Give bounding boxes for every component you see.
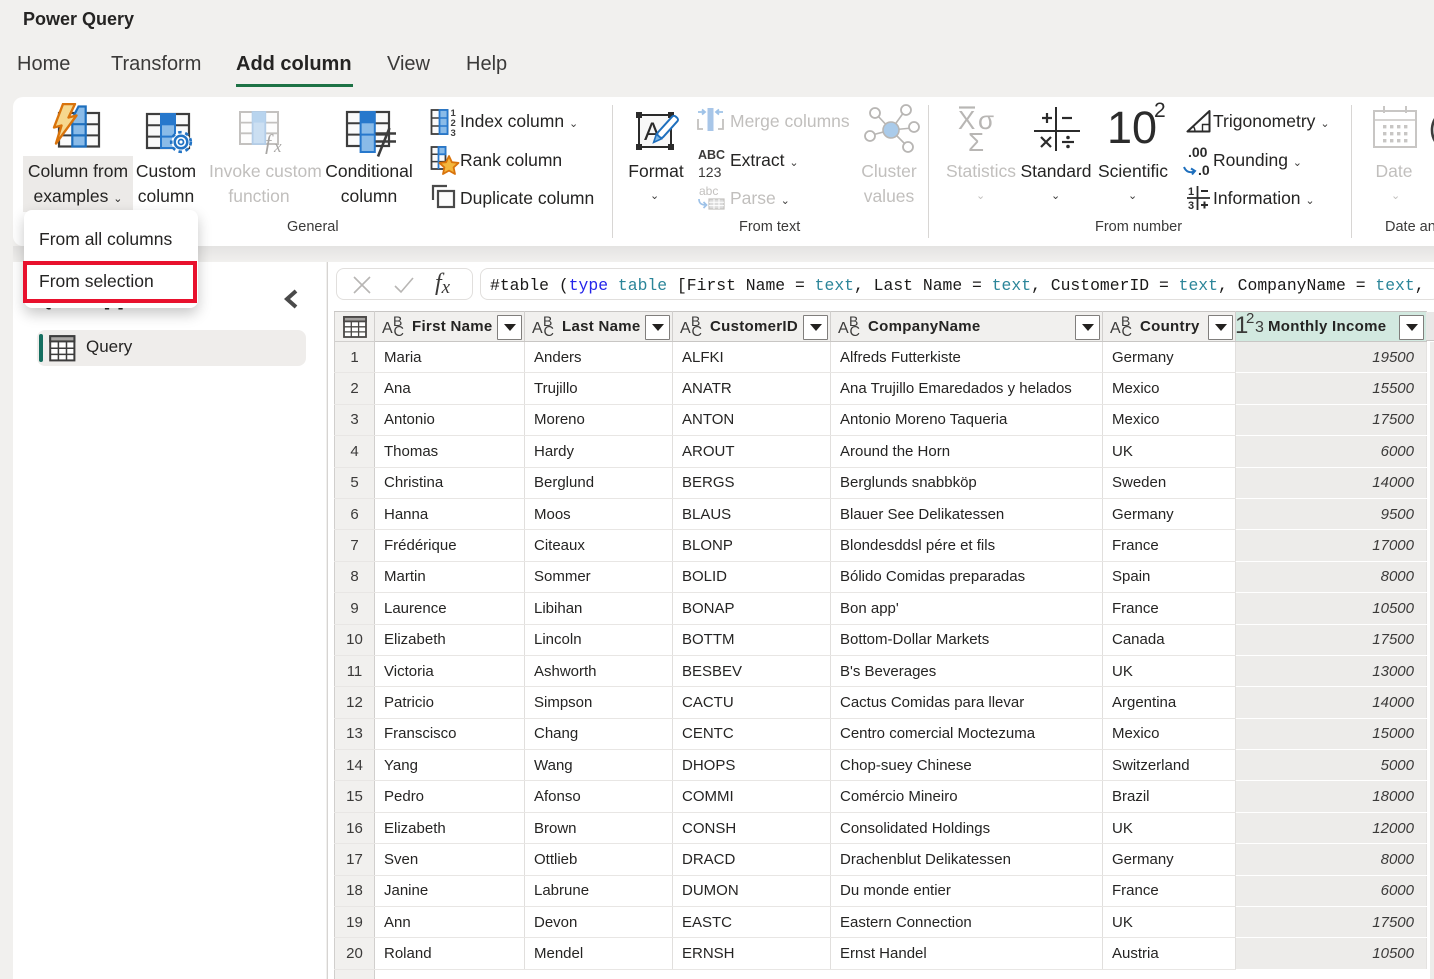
svg-text:abc: abc [699,185,718,198]
svg-text:10: 10 [1107,102,1157,152]
svg-text:2: 2 [1154,102,1165,122]
svg-text:3: 3 [1188,200,1194,212]
svg-text:x: x [273,137,282,154]
svg-text:3: 3 [451,128,456,137]
svg-text:1: 1 [1188,186,1194,198]
svg-text:.0: .0 [1198,162,1210,177]
svg-text:Σ: Σ [968,127,984,152]
svg-text:.00: .00 [1188,145,1208,160]
